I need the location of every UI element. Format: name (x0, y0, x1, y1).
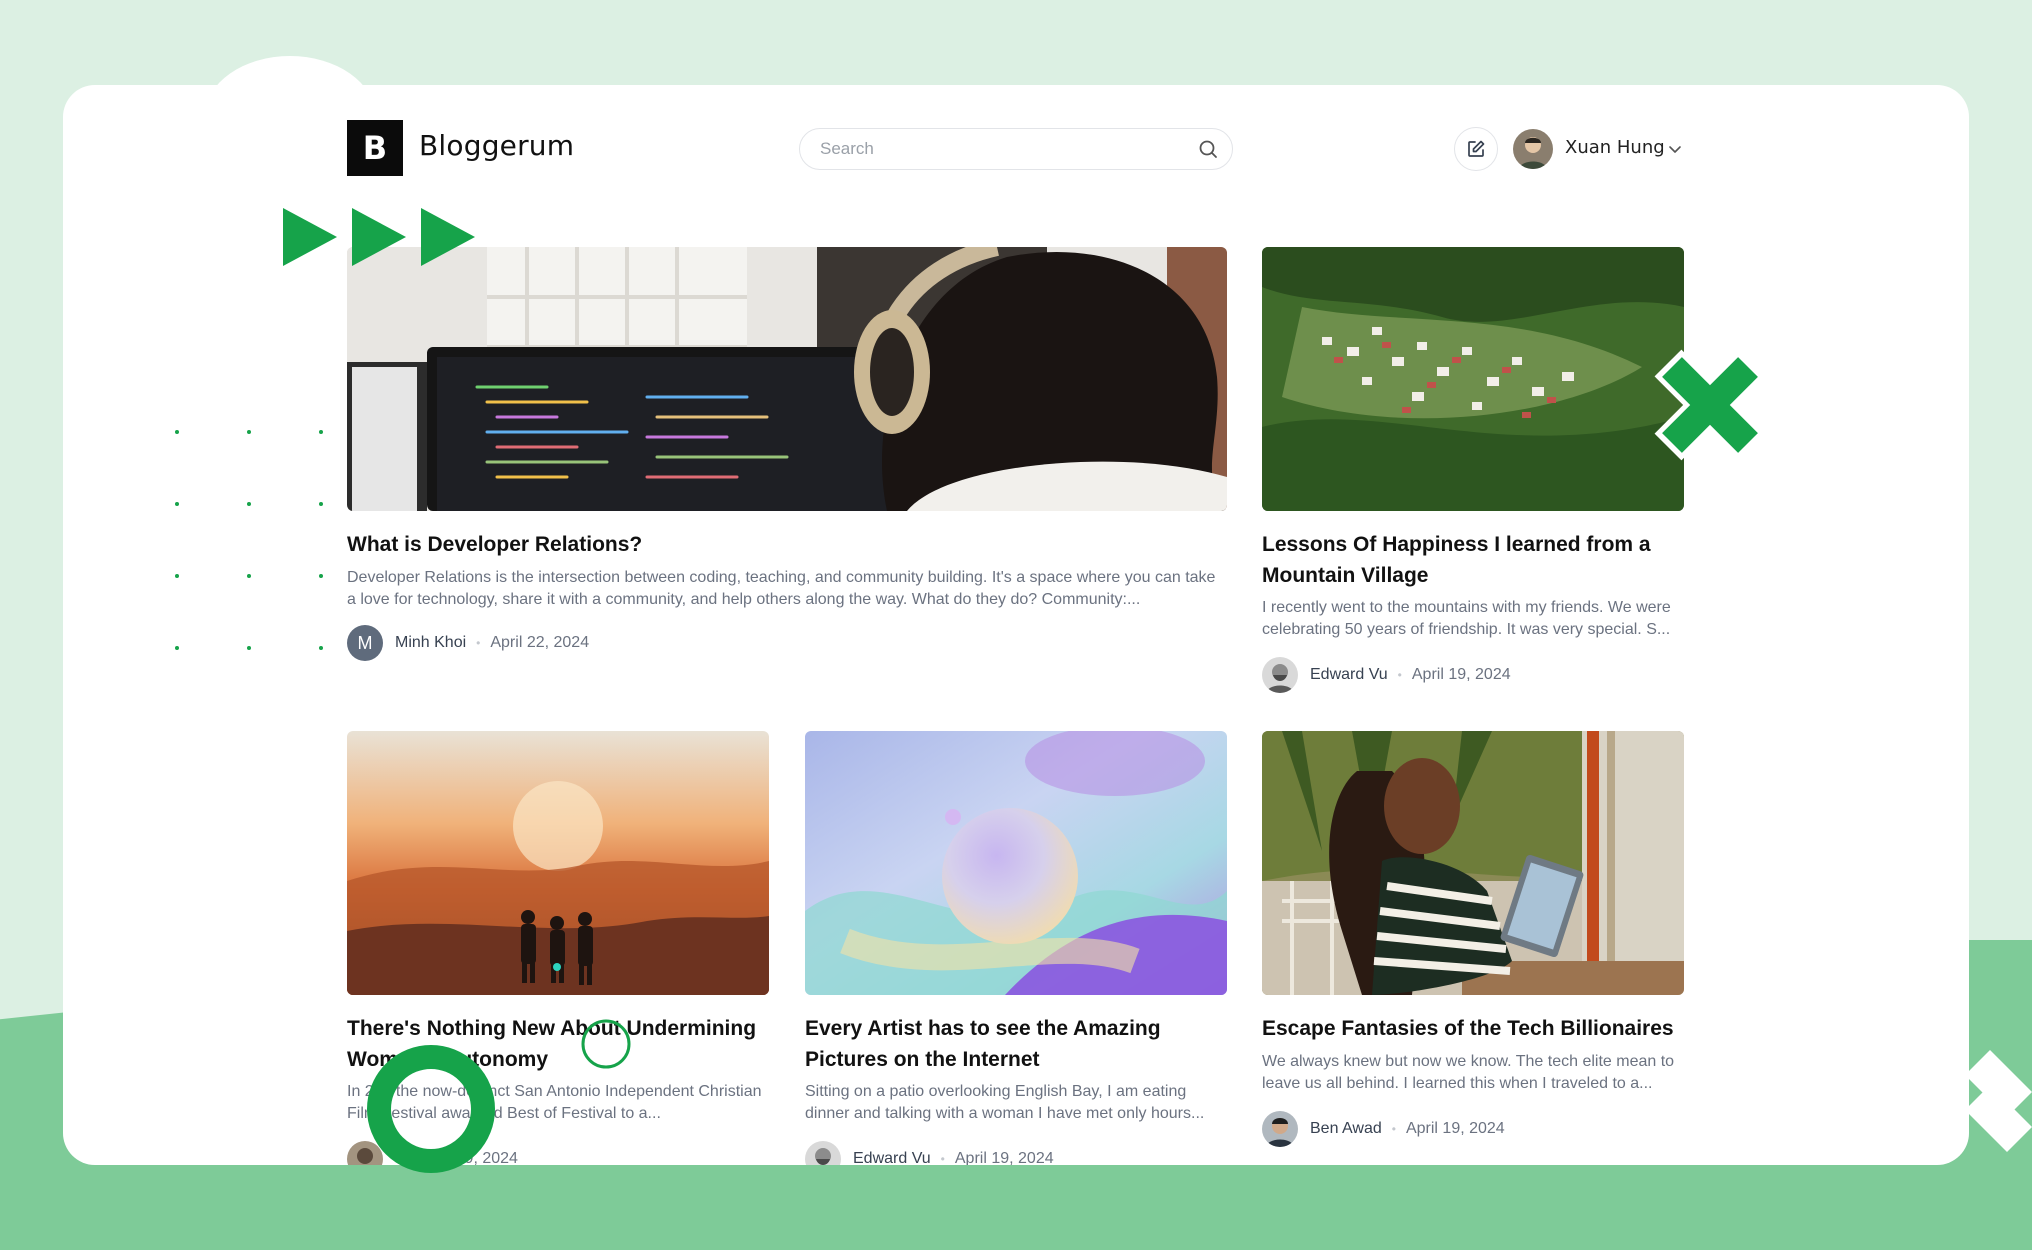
write-post-button[interactable] (1454, 127, 1498, 171)
post-card[interactable]: There's Nothing New About Undermining Wo… (347, 731, 769, 1165)
author-name[interactable]: Minh Khoi (395, 634, 466, 652)
author-avatar[interactable]: M (347, 625, 383, 661)
post-title[interactable]: Lessons Of Happiness I learned from a Mo… (1262, 529, 1684, 591)
author-name[interactable]: Edward Vu (1310, 666, 1388, 684)
post-thumbnail[interactable] (805, 731, 1227, 995)
post-title[interactable]: There's Nothing New About Undermining Wo… (347, 1013, 769, 1075)
user-name[interactable]: Xuan Hung (1565, 137, 1665, 158)
search-icon[interactable] (1198, 139, 1218, 159)
post-meta: M Minh Khoi • April 22, 2024 (347, 625, 589, 661)
post-thumbnail[interactable] (347, 247, 1227, 511)
search-bar[interactable] (799, 128, 1233, 170)
post-thumbnail[interactable] (347, 731, 769, 995)
logo-mark[interactable]: B (347, 120, 403, 176)
post-excerpt: Developer Relations is the intersection … (347, 569, 1216, 608)
meta-separator: • (405, 1152, 410, 1165)
post-card[interactable]: Escape Fantasies of the Tech Billionaire… (1262, 731, 1684, 1151)
user-avatar[interactable] (1513, 129, 1553, 169)
post-date: April 19, 2024 (1411, 666, 1511, 683)
post-excerpt: We always knew but now we know. The tech… (1262, 1053, 1675, 1092)
post-date: April 19, 2024 (419, 1150, 518, 1165)
page-card: B Bloggerum Xuan Hung (63, 85, 1969, 1165)
meta-separator: • (940, 1152, 945, 1165)
chevron-down-icon[interactable] (1667, 141, 1683, 157)
post-thumbnail[interactable] (1262, 247, 1684, 511)
author-avatar[interactable] (347, 1141, 383, 1165)
author-avatar[interactable] (1262, 1111, 1298, 1147)
post-meta: Edward Vu • April 19, 2024 (1262, 657, 1511, 693)
post-date: April 22, 2024 (490, 634, 590, 651)
meta-separator: • (1397, 668, 1402, 682)
meta-separator: • (1391, 1122, 1396, 1136)
post-title[interactable]: Escape Fantasies of the Tech Billionaire… (1262, 1013, 1684, 1044)
brand-name[interactable]: Bloggerum (419, 129, 574, 162)
post-date: April 19, 2024 (1405, 1120, 1505, 1137)
meta-separator: • (476, 636, 481, 650)
post-card[interactable]: What is Developer Relations? Developer R… (347, 247, 1227, 661)
search-input[interactable] (820, 129, 1180, 168)
post-card[interactable]: Every Artist has to see the Amazing Pict… (805, 731, 1227, 1165)
content-area: B Bloggerum Xuan Hung (347, 85, 1687, 1165)
author-avatar[interactable] (1262, 657, 1298, 693)
post-meta: Ben Awad • April 19, 2024 (1262, 1111, 1505, 1147)
post-excerpt: Sitting on a patio overlooking English B… (805, 1083, 1205, 1122)
post-excerpt: In 2..., the now-defunct San Antonio Ind… (347, 1083, 762, 1122)
post-title[interactable]: What is Developer Relations? (347, 529, 1227, 560)
post-meta: Edward Vu • April 19, 2024 (805, 1141, 1054, 1165)
post-meta: • April 19, 2024 (347, 1141, 518, 1165)
author-name[interactable]: Ben Awad (1310, 1120, 1382, 1138)
author-name[interactable]: Edward Vu (853, 1150, 931, 1165)
edit-icon (1468, 140, 1485, 157)
post-title[interactable]: Every Artist has to see the Amazing Pict… (805, 1013, 1227, 1075)
author-avatar[interactable] (805, 1141, 841, 1165)
post-card[interactable]: Lessons Of Happiness I learned from a Mo… (1262, 247, 1684, 693)
post-excerpt: I recently went to the mountains with my… (1262, 599, 1671, 638)
post-thumbnail[interactable] (1262, 731, 1684, 995)
post-date: April 19, 2024 (954, 1150, 1054, 1165)
